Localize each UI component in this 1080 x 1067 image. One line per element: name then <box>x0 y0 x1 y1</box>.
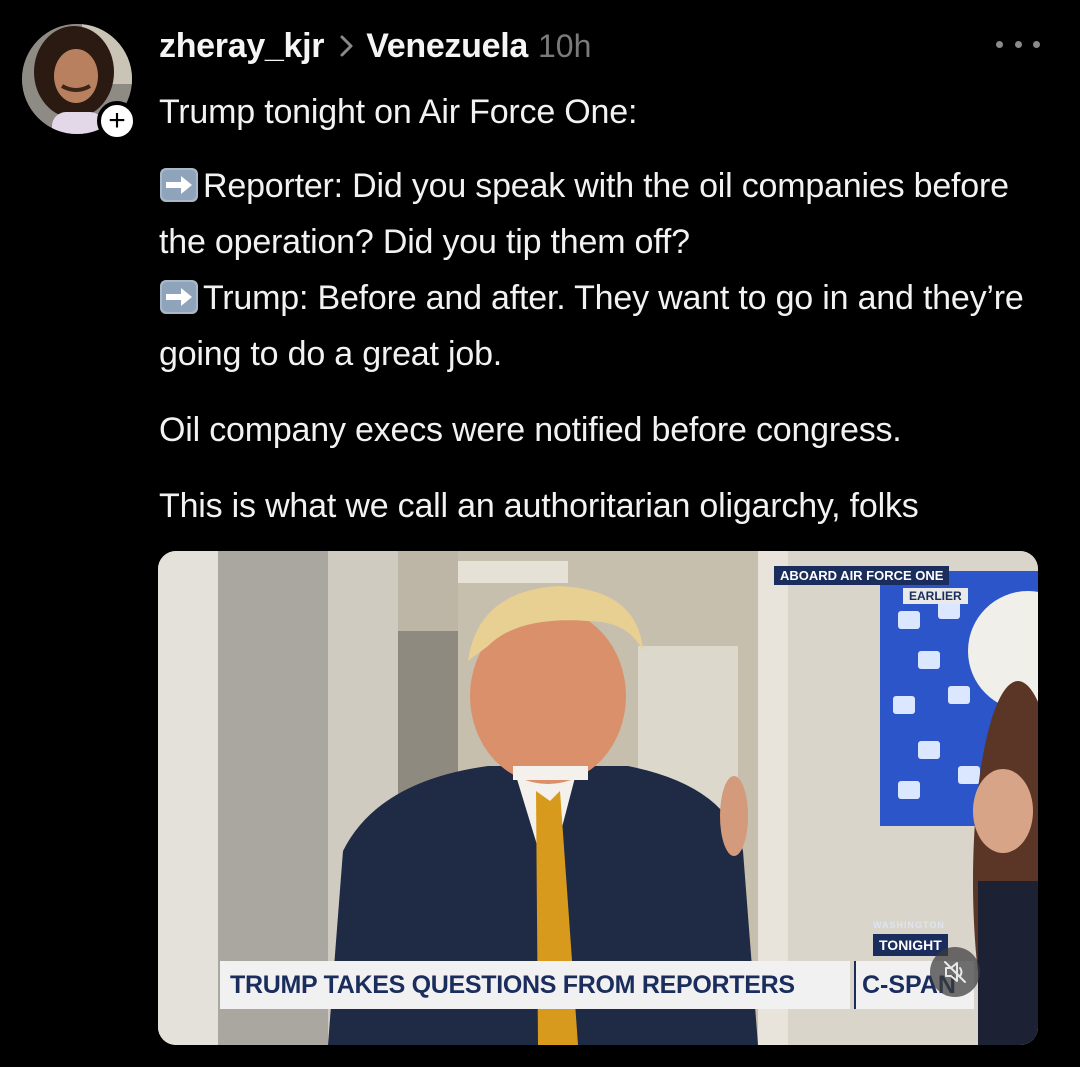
post-paragraph-conclusion: This is what we call an authoritarian ol… <box>159 487 919 525</box>
washington-label: WASHINGTON <box>873 920 945 930</box>
video-player[interactable]: ABOARD AIR FORCE ONE EARLIER WASHINGTON … <box>158 551 1038 1045</box>
volume-muted-icon <box>944 961 966 983</box>
post-paragraph-intro: Trump tonight on Air Force One: <box>159 93 638 131</box>
more-dots-icon <box>996 40 1003 48</box>
plus-icon: + <box>108 104 126 137</box>
chyron-headline: TRUMP TAKES QUESTIONS FROM REPORTERS <box>220 961 850 1009</box>
trump-answer-text: Trump: Before and after. They want to go… <box>159 279 1024 373</box>
tonight-label: TONIGHT <box>873 934 948 956</box>
post-paragraph-notified: Oil company execs were notified before c… <box>159 411 902 449</box>
reporter-question-text: Reporter: Did you speak with the oil com… <box>159 167 1009 261</box>
aboard-air-force-one-label: ABOARD AIR FORCE ONE <box>774 566 950 585</box>
more-options-button[interactable] <box>996 32 1040 56</box>
avatar-container[interactable]: + <box>22 24 137 141</box>
username-link[interactable]: zheray_kjr <box>159 27 325 66</box>
post-card: + zheray_kjr Venezuela 10h Trump tonight… <box>0 0 1080 1067</box>
post-body: Trump tonight on Air Force One: Reporter… <box>159 84 1059 534</box>
follow-button[interactable]: + <box>97 101 137 141</box>
community-link[interactable]: Venezuela <box>366 27 528 66</box>
mute-toggle-button[interactable] <box>930 947 980 997</box>
right-arrow-emoji-icon <box>159 276 199 314</box>
post-paragraph-trump: Trump: Before and after. They want to go… <box>159 270 1059 382</box>
post-paragraph-reporter: Reporter: Did you speak with the oil com… <box>159 158 1059 270</box>
chevron-right-icon <box>338 31 356 61</box>
right-arrow-emoji-icon <box>159 164 199 202</box>
post-timestamp: 10h <box>537 27 592 64</box>
post-header: zheray_kjr Venezuela 10h <box>159 22 591 70</box>
earlier-label: EARLIER <box>903 588 968 604</box>
